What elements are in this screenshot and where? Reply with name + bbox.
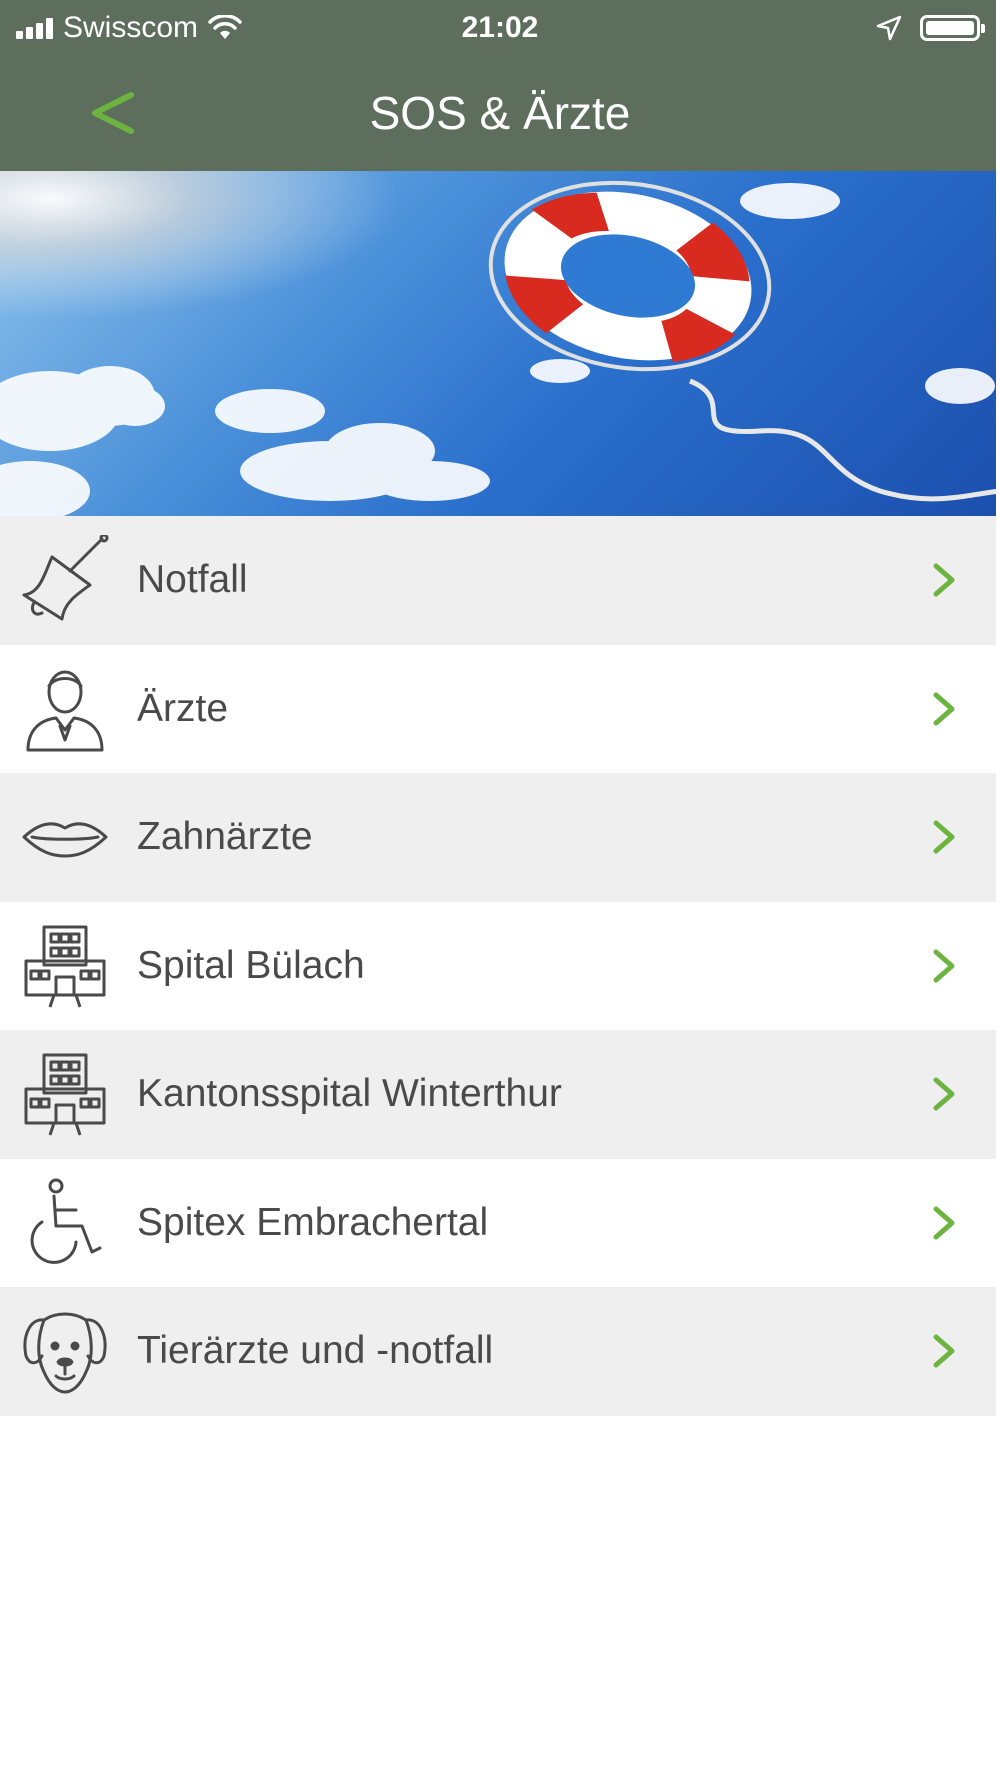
chevron-right-icon: [933, 1206, 955, 1240]
menu-item-label: Notfall: [137, 558, 248, 602]
menu-item-label: Ärzte: [137, 686, 229, 730]
menu-item-tieraerzte[interactable]: Tierärzte und -notfall: [0, 1287, 1000, 1416]
wheelchair-icon: [20, 1178, 110, 1268]
menu-item-label: Zahnärzte: [137, 815, 313, 859]
hospital-building-icon: [20, 1049, 110, 1139]
hospital-building-icon: [20, 921, 110, 1011]
screen: Swisscom 21:02 SOS & Ärzte Notfall Ärzte…: [0, 0, 1000, 1778]
menu-item-label: Kantonsspital Winterthur: [137, 1072, 562, 1116]
menu-item-zahnaerzte[interactable]: Zahnärzte: [0, 773, 1000, 902]
menu-item-label: Spitex Embrachertal: [137, 1200, 489, 1244]
menu-item-kantonsspital-winterthur[interactable]: Kantonsspital Winterthur: [0, 1030, 1000, 1159]
dog-icon: [20, 1306, 110, 1396]
hero-image: [0, 171, 1000, 516]
chevron-right-icon: [933, 820, 955, 854]
menu-item-spital-buelach[interactable]: Spital Bülach: [0, 902, 1000, 1031]
menu-item-label: Tierärzte und -notfall: [137, 1329, 494, 1373]
chevron-right-icon: [933, 949, 955, 983]
location-arrow-icon: [876, 15, 902, 41]
app-header: Swisscom 21:02 SOS & Ärzte: [0, 0, 1000, 171]
status-right: [876, 8, 985, 48]
chevron-right-icon: [933, 692, 955, 726]
bell-icon: [20, 535, 110, 625]
chevron-right-icon: [933, 1077, 955, 1111]
doctor-icon: [20, 664, 110, 754]
chevron-right-icon: [933, 563, 955, 597]
frame-edge: [996, 0, 1000, 1778]
menu-list: Notfall Ärzte Zahnärzte Spital Bülach Ka…: [0, 516, 1000, 1416]
battery-icon: [920, 15, 985, 41]
menu-item-label: Spital Bülach: [137, 943, 365, 987]
page-title: SOS & Ärzte: [369, 87, 631, 139]
lips-icon: [20, 792, 110, 882]
chevron-right-icon: [933, 1334, 955, 1368]
menu-item-notfall[interactable]: Notfall: [0, 516, 1000, 645]
status-time: 21:02: [461, 11, 539, 44]
menu-item-spitex-embrachertal[interactable]: Spitex Embrachertal: [0, 1159, 1000, 1288]
status-bar: Swisscom 21:02: [0, 0, 1000, 56]
menu-item-aerzte[interactable]: Ärzte: [0, 645, 1000, 774]
